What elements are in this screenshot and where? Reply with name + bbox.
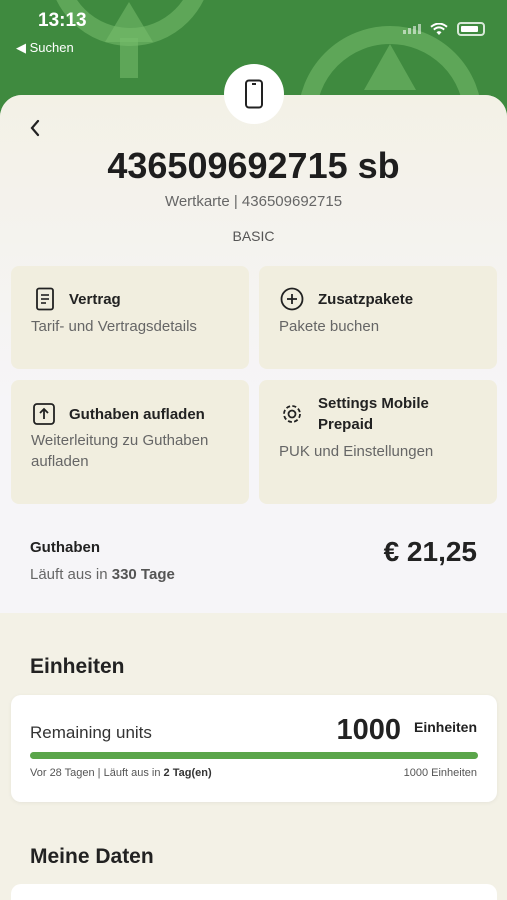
tile-title: Zusatzpakete: [318, 291, 414, 308]
tile-description: Tarif- und Vertragsdetails: [31, 318, 197, 335]
plus-circle-icon: [280, 287, 304, 311]
my-data-card[interactable]: [11, 884, 497, 900]
decorative-tree: [105, 2, 153, 42]
units-unit: Einheiten: [413, 719, 477, 735]
tile-description: Weiterleitung zu Guthaben aufladen: [31, 432, 209, 470]
units-label: Remaining units: [30, 723, 152, 742]
wifi-icon: [430, 22, 448, 35]
card-subtitle: Wertkarte | 436509692715: [164, 193, 343, 210]
decorative-tree: [364, 44, 416, 90]
tile-settings-mobile-prepaid[interactable]: Settings Mobile Prepaid PUK und Einstell…: [259, 380, 497, 504]
status-icons: [403, 22, 485, 36]
tile-title: Guthaben aufladen: [69, 406, 205, 423]
tile-guthaben-aufladen[interactable]: Guthaben aufladen Weiterleitung zu Gutha…: [11, 380, 249, 504]
balance-expiry: Läuft aus in 330 Tage: [30, 566, 175, 583]
tile-description: PUK und Einstellungen: [279, 443, 434, 460]
plan-name: BASIC: [232, 228, 275, 244]
tile-zusatzpakete[interactable]: Zusatzpakete Pakete buchen: [259, 266, 497, 369]
back-to-search-link[interactable]: ◀ Suchen: [16, 40, 74, 56]
my-data-section-title: Meine Daten: [30, 845, 154, 868]
phone-number-title: 436509692715 sb: [107, 145, 400, 186]
tile-vertrag[interactable]: Vertrag Tarif- und Vertragsdetails: [11, 266, 249, 369]
tile-title: Settings Mobile Prepaid: [318, 395, 429, 433]
battery-icon: [457, 22, 485, 36]
units-card[interactable]: Remaining units 1000 Einheiten Vor 28 Ta…: [11, 695, 497, 802]
tile-description: Pakete buchen: [279, 318, 380, 335]
units-meta: Vor 28 Tagen | Läuft aus in 2 Tag(en): [30, 767, 212, 779]
units-value: 1000: [336, 714, 401, 746]
tile-title: Vertrag: [69, 291, 121, 308]
units-progress-bar: [30, 752, 478, 759]
upload-icon: [32, 402, 56, 426]
decorative-tree-stem: [120, 38, 138, 78]
units-section-title: Einheiten: [30, 655, 125, 678]
back-button[interactable]: [28, 117, 42, 145]
phone-icon: [245, 79, 263, 109]
balance-amount: € 21,25: [383, 536, 477, 567]
chevron-left-icon: [30, 119, 40, 137]
units-total: 1000 Einheiten: [403, 767, 477, 779]
document-icon: [33, 287, 57, 311]
units-progress-fill: [30, 752, 478, 759]
balance-label: Guthaben: [30, 539, 100, 556]
signal-icon: [403, 24, 421, 34]
gear-icon: [280, 402, 304, 426]
phone-badge: [224, 64, 284, 124]
status-time: 13:13: [38, 10, 87, 31]
